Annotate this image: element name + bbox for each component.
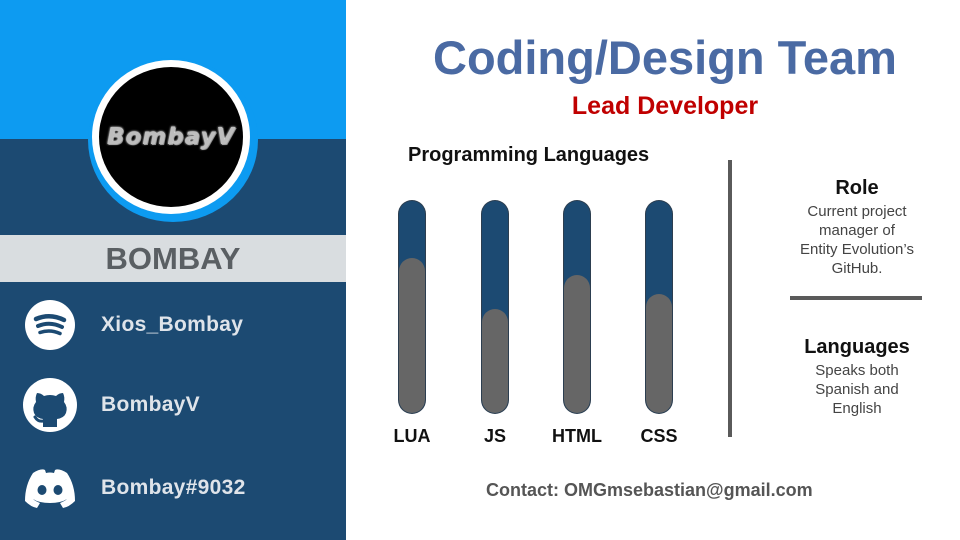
profile-panel: BombayV BOMBAY Xios_Bombay BombayV Bomba… [0,0,346,540]
bar-fill [482,309,508,413]
languages-line: Spanish and [815,381,899,398]
spotify-icon [22,297,78,353]
social-discord[interactable]: Bombay#9032 [22,460,342,516]
social-github[interactable]: BombayV [22,377,342,433]
discord-username: Bombay#9032 [101,476,246,499]
page-title: Coding/Design Team [433,31,897,84]
bar-label: LUA [393,426,431,446]
bar-fill [646,294,672,413]
bar-track [564,201,590,413]
profile-name: BOMBAY [105,240,241,276]
bar-track [482,201,508,413]
bar-track [399,201,425,413]
role-block: Role Current project manager of Entity E… [782,177,932,278]
github-username: BombayV [101,393,200,416]
bar-label: HTML [552,426,602,446]
role-line: Current project [807,203,907,220]
page-subtitle: Lead Developer [571,92,759,120]
bar-fill [564,275,590,413]
name-band: BOMBAY [0,235,346,282]
role-line: manager of [819,222,895,239]
languages-line: English [832,400,882,417]
languages-text: Speaks both Spanish and English [782,361,932,418]
languages-heading: Languages [804,336,910,358]
social-spotify[interactable]: Xios_Bombay [22,297,342,353]
avatar-logo: BombayV [99,67,243,207]
vertical-divider [728,160,732,437]
avatar: BombayV [92,60,250,214]
avatar-logo-text: BombayV [106,124,236,150]
discord-icon [22,460,78,516]
horizontal-divider [790,296,922,300]
role-line: Entity Evolution’s [800,241,914,258]
bar-label: CSS [640,426,678,446]
chart-title: Programming Languages [408,144,650,166]
languages-line: Speaks both [815,362,899,379]
github-icon [22,377,78,433]
role-text: Current project manager of Entity Evolut… [782,202,932,278]
role-heading: Role [835,177,879,199]
role-line: GitHub. [831,260,883,277]
languages-block: Languages Speaks both Spanish and Englis… [782,336,932,418]
spotify-username: Xios_Bombay [101,313,244,336]
language-skill-chart: LUA JS HTML CSS [385,200,695,450]
bar-track [646,201,672,413]
contact-email: Contact: OMGmsebastian@gmail.com [486,480,813,500]
bar-fill [399,258,425,413]
bar-label: JS [483,426,507,446]
